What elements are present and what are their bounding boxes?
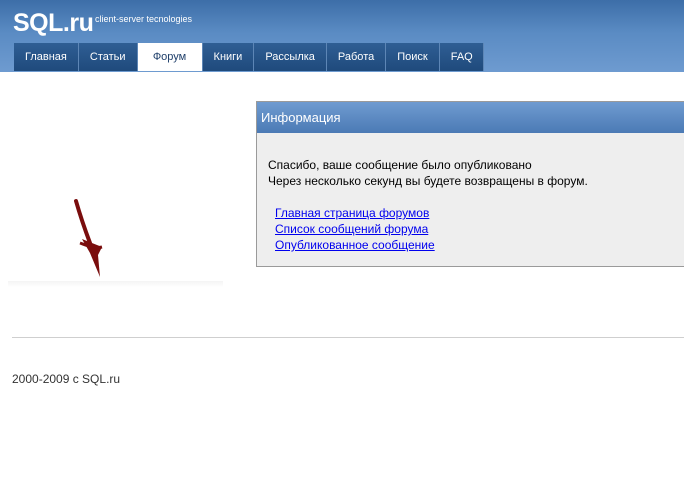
tab-glavnaya[interactable]: Главная [14,43,79,71]
site-tagline: client-server tecnologies [95,14,193,24]
link-forum-topics[interactable]: Список сообщений форума [275,221,673,237]
tab-faq[interactable]: FAQ [439,43,484,71]
tab-knigi[interactable]: Книги [202,43,255,71]
info-panel-body: Спасибо, ваше сообщение было опубликован… [257,133,684,253]
tab-forum[interactable]: Форум [137,43,203,71]
tab-poisk[interactable]: Поиск [386,43,440,71]
info-panel: Информация Спасибо, ваше сообщение было … [256,101,684,267]
tab-rabota[interactable]: Работа [326,43,387,71]
tab-stati[interactable]: Статьи [78,43,138,71]
tab-rassylka[interactable]: Рассылка [254,43,327,71]
site-logo[interactable]: SQL.ru [13,9,94,38]
main-nav: Главная Статьи Форум Книги Рассылка Рабо… [14,43,484,71]
redirect-message: Через несколько секунд вы будете возвращ… [268,174,588,188]
arrow-down-icon [74,199,103,277]
link-forum-home[interactable]: Главная страница форумов [275,205,673,221]
site-header: SQL.ru client-server tecnologies Главная… [0,0,684,72]
success-message: Спасибо, ваше сообщение было опубликован… [268,158,532,172]
link-published-post[interactable]: Опубликованное сообщение [275,237,673,253]
annotation-area [8,195,223,290]
shadow-strip [8,281,223,287]
info-panel-title: Информация [257,102,684,133]
footer-divider [12,337,684,338]
info-links: Главная страница форумов Список сообщени… [268,205,673,253]
footer-copyright: 2000-2009 с SQL.ru [12,372,121,386]
